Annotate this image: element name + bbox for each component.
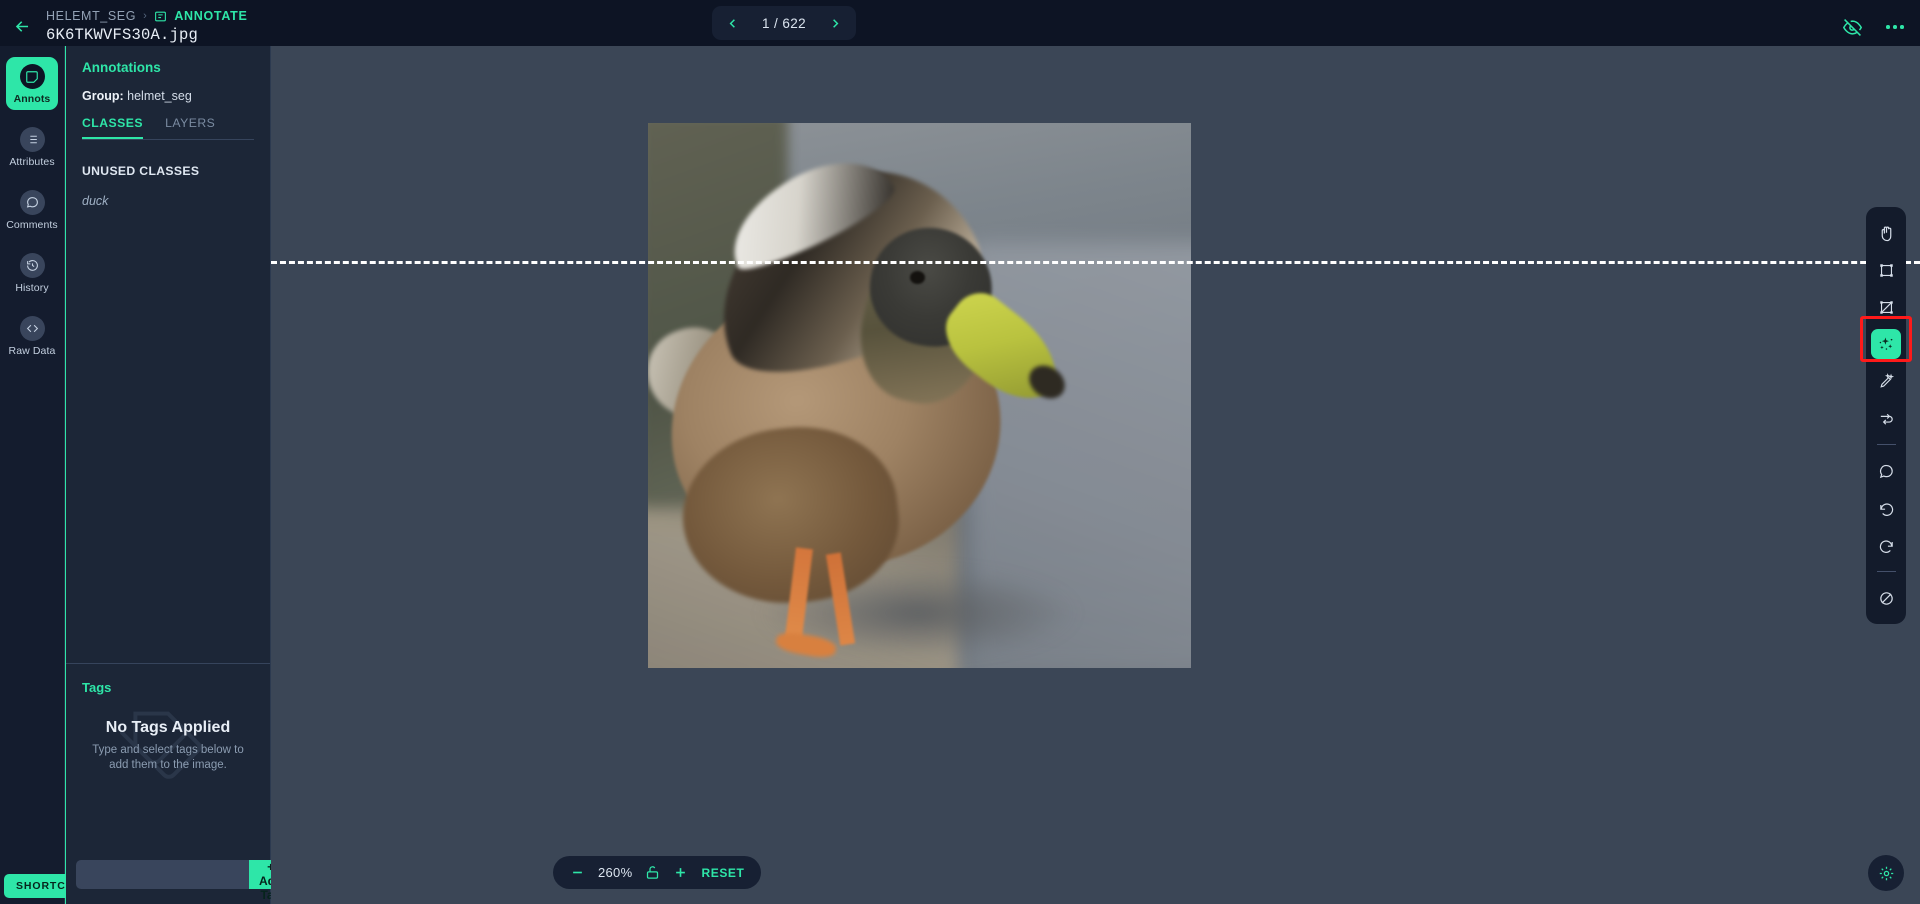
display-settings-button[interactable] (1868, 855, 1904, 891)
group-row: Group: helmet_seg (82, 89, 254, 103)
sidebar-item-label: Raw Data (8, 345, 56, 357)
plus-icon (676, 868, 686, 877)
tags-empty-state: No Tags Applied Type and select tags bel… (82, 711, 254, 779)
bounding-box-tool[interactable] (1871, 255, 1901, 285)
tags-empty-body: Type and select tags below to add them t… (92, 744, 244, 772)
pan-hand-icon (1881, 226, 1891, 241)
bounding-box-icon (1879, 263, 1893, 277)
interpolate-icon (1880, 413, 1893, 425)
comment-tool[interactable] (1871, 456, 1901, 486)
image-canvas[interactable]: 260% RESET (271, 46, 1920, 904)
zoom-out-button[interactable] (570, 865, 585, 880)
page-title: 6K6TKWVFS30A.jpg (46, 26, 199, 44)
zoom-level: 260% (598, 865, 633, 880)
sidebar-item-raw-data[interactable]: Raw Data (6, 309, 58, 362)
clear-annotations-button[interactable] (1871, 583, 1901, 613)
magic-segment-tool[interactable] (1871, 329, 1901, 359)
brightness-settings-icon (1879, 866, 1893, 880)
no-entry-icon (1879, 591, 1893, 605)
tags-title: Tags (82, 680, 112, 695)
group-label: Group: (82, 89, 124, 103)
code-icon (19, 316, 45, 341)
annotated-image[interactable] (648, 123, 1191, 668)
tag-input[interactable] (76, 860, 249, 889)
panel-tabs: CLASSES LAYERS (82, 116, 254, 140)
unlock-icon (647, 866, 659, 879)
annotations-panel: Annotations Group: helmet_seg CLASSES LA… (65, 46, 293, 904)
sidebar-item-label: Comments (6, 219, 58, 231)
chevron-right-icon (833, 18, 839, 28)
zoom-controls: 260% RESET (553, 856, 762, 889)
annotate-icon (154, 10, 167, 23)
redo-button[interactable] (1871, 530, 1901, 560)
list-icon (19, 127, 45, 152)
sidebar-item-label: Annots (13, 93, 51, 105)
comment-bubble-icon (1879, 464, 1893, 478)
sidebar-item-history[interactable]: History (6, 246, 58, 299)
group-value: helmet_seg (127, 89, 192, 103)
pan-hand-tool[interactable] (1871, 218, 1901, 248)
history-clock-icon (19, 253, 45, 278)
sidebar-item-label: History (15, 282, 49, 294)
next-image-button[interactable] (828, 16, 843, 31)
zoom-in-button[interactable] (673, 865, 688, 880)
classes-list: UNUSED CLASSES duck (66, 140, 270, 664)
more-horizontal-icon (1886, 25, 1890, 29)
arrow-left-icon (15, 21, 28, 32)
horizontal-dashed-guide (271, 261, 1920, 264)
zoom-reset-button[interactable]: RESET (701, 866, 744, 880)
sidebar-item-attributes[interactable]: Attributes (6, 120, 58, 173)
polygon-tool[interactable] (1871, 292, 1901, 322)
annotations-title: Annotations (82, 60, 161, 75)
annotation-app: HELEMT_SEG › ANNOTATE 6K6TKWVFS30A.jpg 1… (0, 0, 1920, 904)
toolbar-separator (1876, 571, 1896, 572)
polygon-icon (1879, 300, 1893, 314)
toggle-visibility-button[interactable] (1843, 18, 1863, 37)
zoom-lock-button[interactable] (645, 865, 660, 880)
sidebar-item-label: Attributes (9, 156, 55, 168)
magic-pen-icon (1879, 372, 1894, 388)
left-rail: Annots Attributes Comments History Raw D… (0, 46, 102, 904)
undo-icon (1879, 502, 1893, 516)
annotation-square-icon (19, 64, 45, 89)
sidebar-item-annots[interactable]: Annots (6, 57, 58, 110)
tool-palette (1866, 207, 1906, 624)
breadcrumb-separator: › (143, 10, 148, 22)
breadcrumb-section[interactable]: ANNOTATE (174, 9, 247, 23)
undo-button[interactable] (1871, 493, 1901, 523)
sidebar-item-comments[interactable]: Comments (6, 183, 58, 236)
tags-section: Tags No Tags Applied Type and select tag… (66, 664, 293, 904)
class-item-duck[interactable]: duck (82, 194, 254, 208)
breadcrumb-project[interactable]: HELEMT_SEG (46, 9, 136, 23)
tag-add-row: + Add Tag (76, 860, 293, 902)
magic-pen-tool[interactable] (1871, 366, 1901, 396)
minus-icon (573, 871, 582, 874)
eye-off-icon (1843, 18, 1863, 36)
tags-empty-heading: No Tags Applied (105, 719, 231, 736)
tab-classes[interactable]: CLASSES (82, 116, 144, 139)
image-counter: 1 / 622 (761, 15, 807, 31)
magic-segment-icon (1879, 337, 1893, 350)
prev-image-button[interactable] (725, 16, 740, 31)
unused-classes-heading: UNUSED CLASSES (82, 164, 200, 178)
more-options-button[interactable] (1884, 19, 1906, 35)
chevron-left-icon (729, 18, 735, 28)
toolbar-separator (1876, 444, 1896, 445)
redo-icon (1879, 539, 1893, 553)
comment-icon (19, 190, 45, 215)
image-navigator: 1 / 622 (712, 6, 856, 40)
interpolate-tool[interactable] (1871, 403, 1901, 433)
breadcrumb: HELEMT_SEG › ANNOTATE 6K6TKWVFS30A.jpg (44, 9, 248, 44)
tab-layers[interactable]: LAYERS (165, 116, 215, 139)
